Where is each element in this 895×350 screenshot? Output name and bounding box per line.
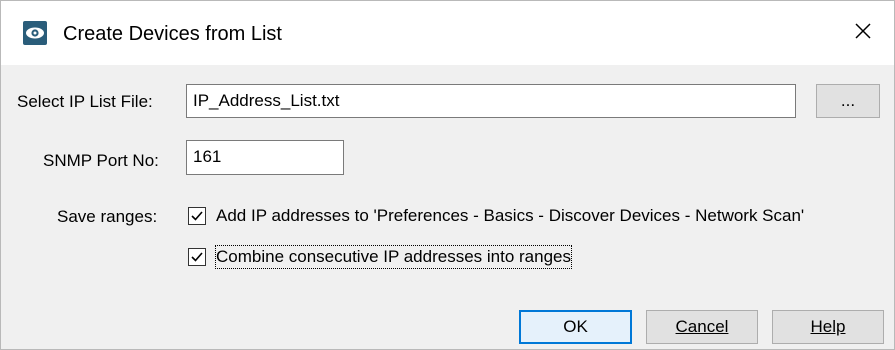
checkmark-icon [191, 211, 203, 221]
help-button[interactable]: Help [772, 310, 884, 344]
close-icon [854, 22, 872, 45]
dialog-title: Create Devices from List [63, 23, 282, 45]
cancel-button[interactable]: Cancel [646, 310, 758, 344]
checkmark-icon [191, 252, 203, 262]
add-ip-addresses-checkbox[interactable] [188, 207, 206, 225]
browse-button[interactable]: ... [816, 84, 880, 118]
add-ip-addresses-label[interactable]: Add IP addresses to 'Preferences - Basic… [216, 205, 804, 227]
combine-ranges-checkbox[interactable] [188, 248, 206, 266]
save-ranges-label: Save ranges: [57, 207, 158, 226]
dialog-content: Select IP List File: IP_Address_List.txt… [1, 65, 894, 349]
combine-ranges-label[interactable]: Combine consecutive IP addresses into ra… [215, 245, 572, 269]
snmp-port-input[interactable]: 161 [186, 140, 344, 175]
snmp-port-label: SNMP Port No: [43, 151, 159, 170]
ip-list-file-input[interactable]: IP_Address_List.txt [186, 84, 796, 118]
close-button[interactable] [846, 17, 880, 49]
eye-app-icon [23, 21, 47, 45]
cancel-button-label: Cancel [675, 317, 729, 336]
ip-list-label: Select IP List File: [17, 92, 153, 111]
dialog-window: Create Devices from List Select IP List … [0, 0, 895, 350]
title-bar[interactable]: Create Devices from List [1, 1, 894, 65]
help-button-label: Help [810, 317, 846, 336]
ok-button[interactable]: OK [519, 310, 632, 344]
